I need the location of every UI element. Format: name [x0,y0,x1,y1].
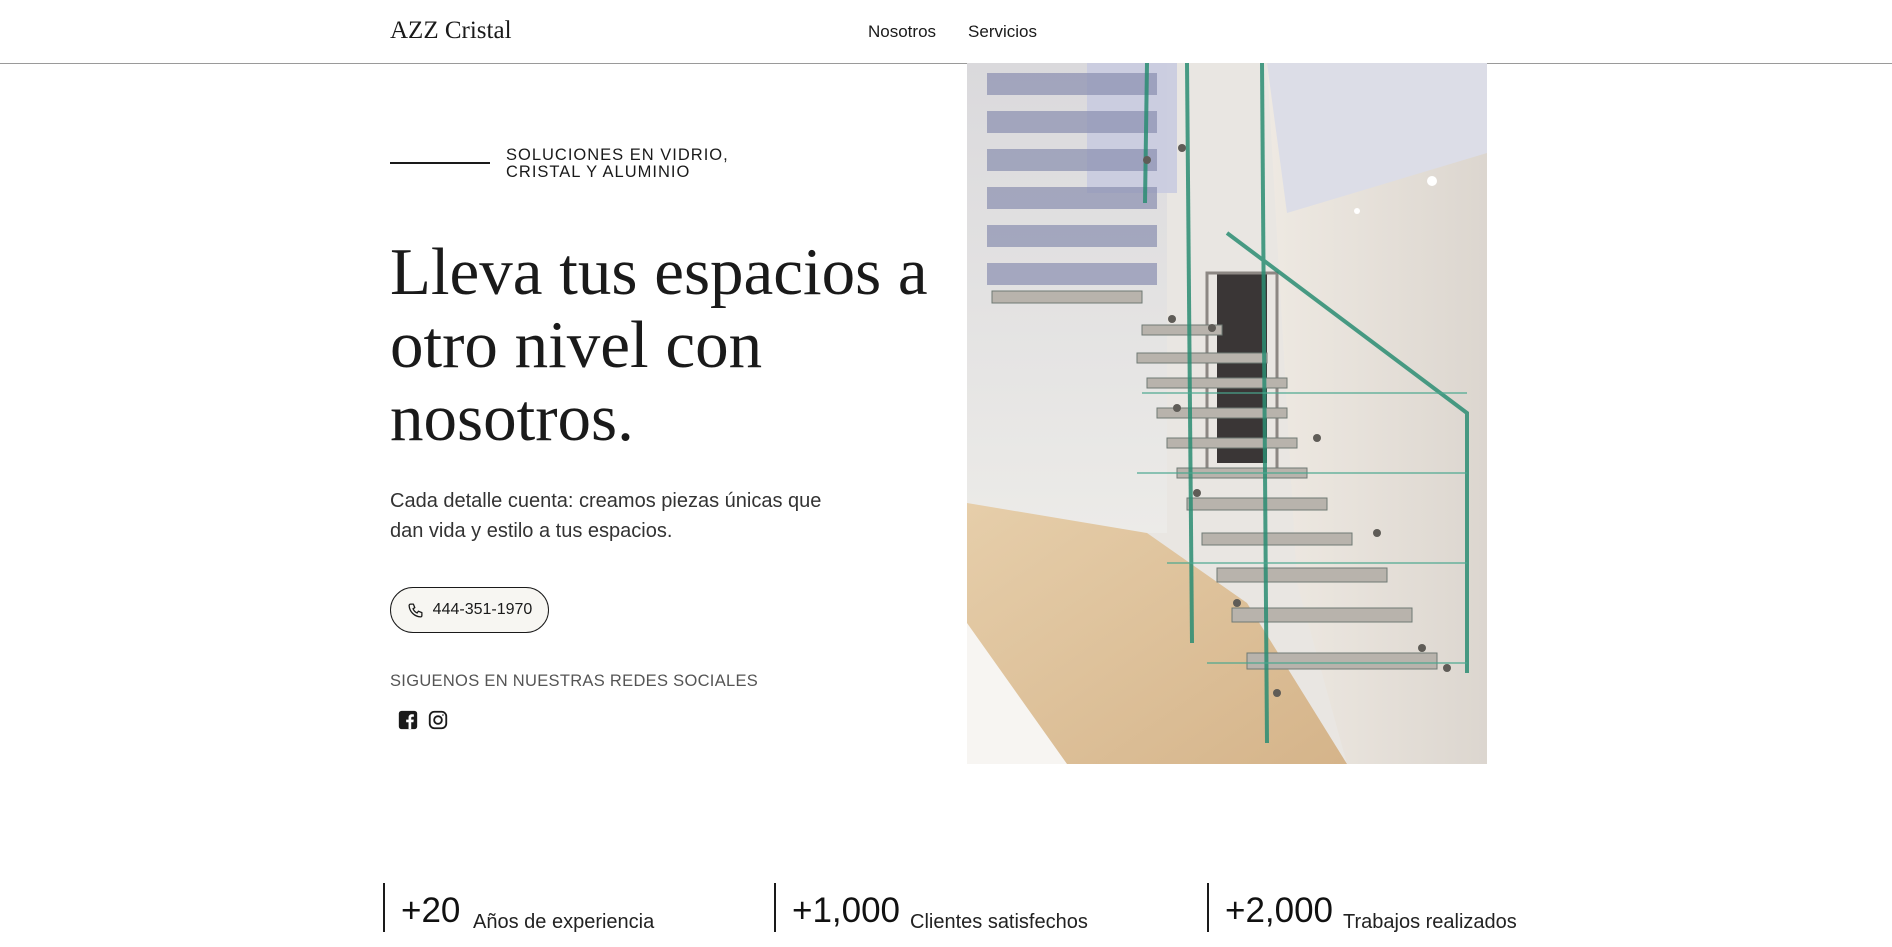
eyebrow-line-2: CRISTAL Y ALUMINIO [506,163,691,181]
hero-title: Lleva tus espacios a otro nivel con noso… [390,235,928,455]
stat-value: +2,000 [1225,891,1334,930]
stat-label: Clientes satisfechos [910,911,1088,933]
hero-subtitle: Cada detalle cuenta: creamos piezas únic… [390,490,822,542]
site-logo[interactable]: AZZ Cristal [390,17,512,45]
stat-divider [383,883,385,932]
social-label: SIGUENOS EN NUESTRAS REDES SOCIALES [390,672,759,690]
phone-icon [408,602,423,618]
phone-number: 444-351-1970 [432,601,533,618]
stat-label: Años de experiencia [473,911,655,933]
nav-link-nosotros[interactable]: Nosotros [868,22,936,42]
facebook-icon[interactable] [397,709,419,731]
main-nav: Nosotros Servicios [868,22,1037,42]
stat-value: +20 [401,891,461,930]
eyebrow-divider [390,162,490,164]
glass-staircase-image [967,63,1487,764]
instagram-icon[interactable] [427,709,449,731]
stat-divider [774,883,776,932]
phone-button[interactable]: 444-351-1970 [390,587,549,633]
site-header: AZZ Cristal Nosotros Servicios [0,0,1892,64]
eyebrow-line-1: SOLUCIONES EN VIDRIO, [506,146,729,164]
stat-divider [1207,883,1209,932]
hero-eyebrow: SOLUCIONES EN VIDRIO, CRISTAL Y ALUMINIO [506,147,766,181]
nav-link-servicios[interactable]: Servicios [968,22,1037,42]
stat-value: +1,000 [792,891,901,930]
stat-label: Trabajos realizados [1343,911,1517,933]
social-links [397,709,449,731]
